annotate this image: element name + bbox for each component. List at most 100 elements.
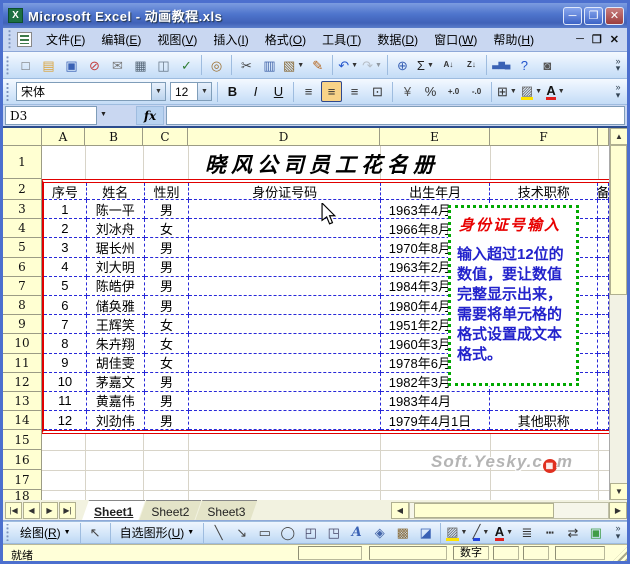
chevron-down-icon[interactable]: ▼ — [297, 62, 304, 69]
italic-icon[interactable]: I — [245, 81, 266, 102]
cell-gender[interactable]: 女 — [144, 315, 190, 335]
cell-remark[interactable] — [598, 276, 609, 296]
draw-menu-button[interactable]: 绘图(R) ▼ — [14, 522, 77, 543]
sheet-tab-sheet2[interactable]: Sheet2 — [139, 500, 201, 520]
cell-id[interactable] — [189, 411, 381, 431]
cell-no[interactable]: 7 — [44, 315, 87, 335]
shadow-style-icon[interactable]: ▣ — [585, 522, 606, 543]
row-header-5[interactable]: 5 — [3, 238, 42, 258]
font-size-select[interactable]: 12 ▼ — [170, 82, 212, 101]
clipart-icon[interactable]: ▩ — [392, 522, 413, 543]
cell-id[interactable] — [189, 391, 381, 412]
table-header-cell[interactable]: 身份证号码 — [189, 183, 381, 200]
toolbar-grip[interactable] — [5, 81, 10, 102]
row-header-10[interactable]: 10 — [3, 334, 42, 354]
cell-name[interactable]: 胡佳雯 — [86, 353, 145, 373]
scroll-up-icon[interactable]: ▲ — [610, 128, 627, 145]
format-painter-icon[interactable]: ✎ — [307, 55, 328, 76]
scroll-down-icon[interactable]: ▼ — [610, 483, 627, 500]
cell-gender[interactable]: 男 — [144, 295, 190, 316]
autoshapes-menu-button[interactable]: 自选图形(U) ▼ — [114, 522, 201, 543]
borders-icon[interactable]: ⊞ ▼ — [496, 81, 518, 102]
cell-no[interactable]: 2 — [44, 219, 87, 239]
open-icon[interactable]: ▤ — [38, 55, 59, 76]
cell-birth[interactable]: 1979年4月1日 — [380, 411, 491, 431]
row-header-16[interactable]: 16 — [3, 450, 42, 471]
select-objects-icon[interactable]: ↖ — [85, 522, 106, 543]
cell-gender[interactable]: 女 — [144, 334, 190, 354]
sort-ascending-icon[interactable]: A↓ — [438, 55, 459, 76]
cell-remark[interactable] — [598, 315, 609, 335]
row-header-3[interactable]: 3 — [3, 200, 42, 220]
cell-no[interactable]: 3 — [44, 238, 87, 258]
menu-视图[interactable]: 视图(V) — [149, 28, 205, 51]
chevron-down-icon[interactable]: ▼ — [97, 106, 110, 125]
chevron-down-icon[interactable]: ▼ — [197, 83, 211, 100]
menu-格式[interactable]: 格式(O) — [257, 28, 314, 51]
table-header-cell[interactable]: 序号 — [44, 183, 87, 200]
table-header-cell[interactable]: 技术职称 — [490, 183, 599, 200]
row-header-9[interactable]: 9 — [3, 315, 42, 335]
cell-name[interactable]: 茅嘉文 — [86, 372, 145, 392]
cell-gender[interactable]: 男 — [144, 391, 190, 412]
cell-gender[interactable]: 男 — [144, 411, 190, 431]
help-icon[interactable]: ? — [514, 55, 535, 76]
line-color-icon[interactable]: ╱ ▼ — [470, 522, 491, 543]
row-header-13[interactable]: 13 — [3, 392, 42, 412]
diagram-icon[interactable]: ◈ — [369, 522, 390, 543]
table-header-cell[interactable]: 备 — [598, 183, 609, 200]
chevron-down-icon[interactable]: ▼ — [351, 62, 358, 69]
row-header-12[interactable]: 12 — [3, 372, 42, 392]
line-style-icon[interactable]: ≣ — [516, 522, 537, 543]
menu-窗口[interactable]: 窗口(W) — [426, 28, 485, 51]
font-color-icon[interactable]: A ▼ — [493, 522, 514, 543]
vertical-scrollbar[interactable]: ▲ ▼ — [609, 128, 627, 500]
arrow-style-icon[interactable]: ⇄ — [562, 522, 583, 543]
align-left-icon[interactable]: ≡ — [298, 81, 319, 102]
cell-gender[interactable]: 男 — [144, 200, 190, 220]
resize-grip[interactable] — [613, 547, 627, 561]
table-header-cell[interactable]: 姓名 — [86, 183, 145, 200]
column-header-F[interactable]: F — [490, 128, 598, 146]
redo-icon[interactable]: ↷ ▼ — [361, 55, 383, 76]
cell-name[interactable]: 琚长州 — [86, 238, 145, 258]
camera-icon[interactable]: ◙ — [537, 55, 558, 76]
cell-remark[interactable] — [598, 238, 609, 258]
chart-wizard-icon[interactable]: ▃▆▄ — [491, 55, 512, 76]
menu-文件[interactable]: 文件(F) — [38, 28, 93, 51]
cut-icon[interactable]: ✂ — [236, 55, 257, 76]
cell-gender[interactable]: 女 — [144, 219, 190, 239]
menu-工具[interactable]: 工具(T) — [314, 28, 369, 51]
align-right-icon[interactable]: ≡ — [344, 81, 365, 102]
cell-title[interactable]: 其他职称 — [490, 411, 599, 431]
tab-next-icon[interactable]: ▶ — [41, 501, 58, 519]
column-header-D[interactable]: D — [188, 128, 380, 146]
row-header-17[interactable]: 17 — [3, 470, 42, 491]
cell-remark[interactable] — [598, 200, 609, 220]
textbox-icon[interactable]: ◰ — [300, 522, 321, 543]
row-header-14[interactable]: 14 — [3, 411, 42, 431]
cell-name[interactable]: 黄嘉伟 — [86, 391, 145, 412]
cell-name[interactable]: 刘冰舟 — [86, 219, 145, 239]
vertical-textbox-icon[interactable]: ◳ — [323, 522, 344, 543]
cell-name[interactable]: 储奂雅 — [86, 295, 145, 316]
vertical-scroll-thumb[interactable] — [610, 145, 627, 295]
insert-picture-icon[interactable]: ◪ — [415, 522, 436, 543]
percent-icon[interactable]: % — [420, 81, 441, 102]
cell-name[interactable]: 刘劲伟 — [86, 411, 145, 431]
cell-gender[interactable]: 女 — [144, 353, 190, 373]
cell-id[interactable] — [189, 200, 381, 220]
table-header-cell[interactable]: 性别 — [144, 183, 190, 200]
undo-icon[interactable]: ↶ ▼ — [337, 55, 359, 76]
cell-id[interactable] — [189, 295, 381, 316]
workbook-minimize-button[interactable]: ─ — [576, 33, 584, 46]
scroll-right-icon[interactable]: ▶ — [609, 501, 627, 519]
cell-gender[interactable]: 男 — [144, 276, 190, 296]
chevron-down-icon[interactable]: ▼ — [375, 62, 382, 69]
cell-name[interactable]: 刘大明 — [86, 257, 145, 277]
toolbar-grip[interactable] — [5, 54, 10, 76]
row-header-7[interactable]: 7 — [3, 276, 42, 296]
cell-no[interactable]: 12 — [44, 411, 87, 431]
oval-icon[interactable]: ◯ — [277, 522, 298, 543]
cell-name[interactable]: 王辉笑 — [86, 315, 145, 335]
